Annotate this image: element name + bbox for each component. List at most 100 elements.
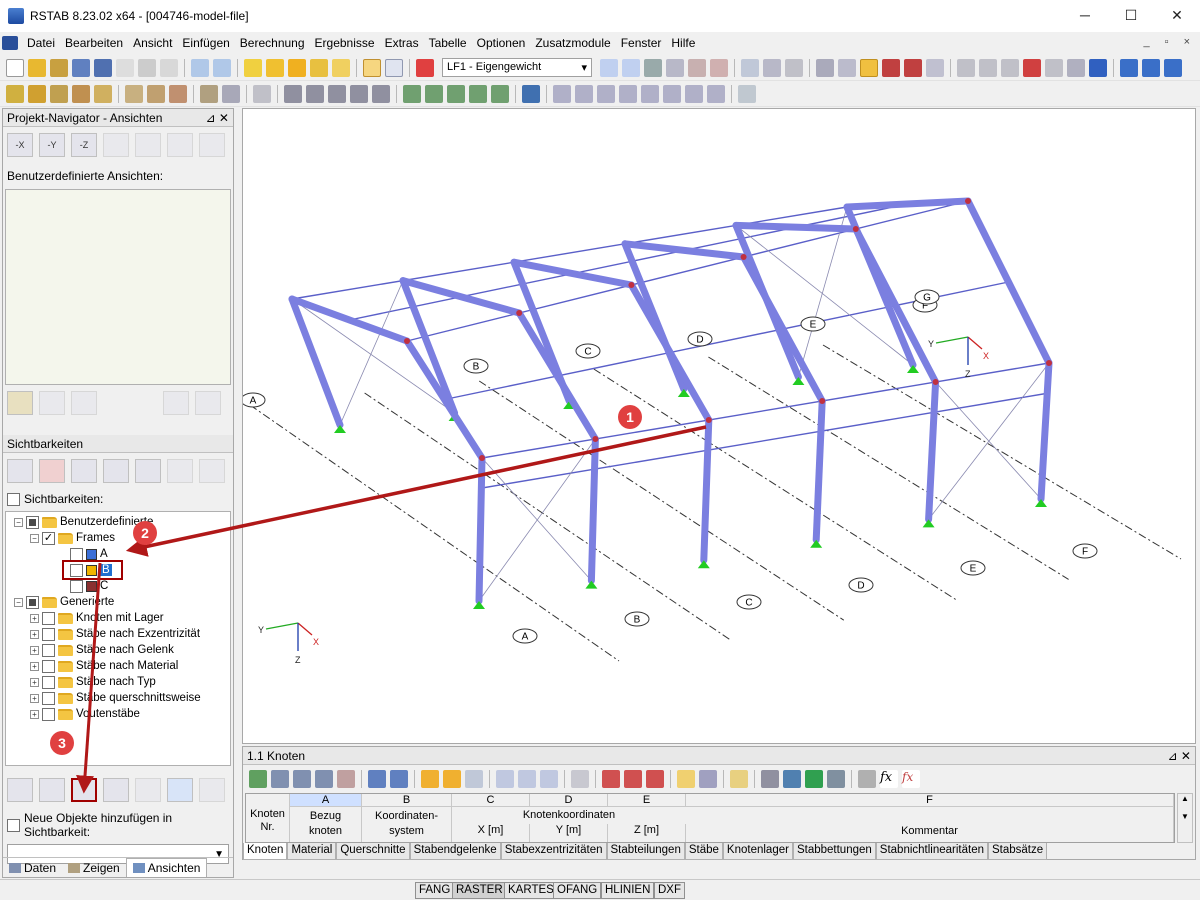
status-dxf[interactable]: DXF — [654, 882, 685, 899]
visibility-delete-icon[interactable] — [135, 778, 161, 802]
undo-icon[interactable] — [191, 58, 209, 77]
tab-ansichten[interactable]: Ansichten — [125, 858, 208, 877]
rotate-icon[interactable] — [979, 58, 997, 77]
knoten-table[interactable]: Knoten Nr. A B C D E F Bezug knoten Koordi… — [245, 793, 1175, 843]
menu-ansicht[interactable]: Ansicht — [128, 36, 177, 50]
view-user-icon[interactable] — [199, 133, 225, 157]
tab-stabexzentrizitaeten[interactable]: Stabexzentrizitäten — [500, 843, 607, 860]
view-minus-x-button[interactable]: -X — [7, 133, 33, 157]
visibility-layers2-icon[interactable] — [199, 778, 225, 802]
navigator-toggle-icon[interactable] — [385, 58, 403, 77]
tree-checkbox[interactable] — [26, 595, 39, 609]
select-icon[interactable] — [244, 58, 262, 77]
menu-datei[interactable]: Datei — [22, 36, 60, 50]
table-note-icon[interactable] — [730, 770, 748, 788]
view-3d-icon[interactable] — [350, 84, 368, 103]
tree-node-benutzerdefinierte[interactable]: − Benutzerdefinierte — [14, 514, 153, 530]
copy-icon[interactable] — [1045, 58, 1063, 77]
visibility-edit-icon[interactable] — [39, 778, 65, 802]
print-icon[interactable] — [116, 58, 134, 77]
view-side-icon[interactable] — [135, 133, 161, 157]
new-objects-row[interactable]: Neue Objekte hinzufügen in Sichtbarkeit: — [3, 808, 233, 842]
view-link-icon[interactable] — [39, 391, 65, 415]
generate-icon[interactable] — [200, 84, 218, 103]
render-icon[interactable] — [882, 58, 900, 77]
guide-line-icon[interactable] — [253, 84, 271, 103]
model-3d-view[interactable]: AABCDEFBCDEFGYXZYXZ — [243, 109, 1196, 744]
tree-node-frames[interactable]: − ✓ Frames — [30, 530, 115, 546]
navigator-pin-close[interactable]: ⊿ ✕ — [206, 111, 229, 125]
tree-checkbox[interactable] — [42, 643, 55, 657]
result-py-icon[interactable] — [685, 84, 703, 103]
print-graphic-icon[interactable] — [138, 58, 156, 77]
tree-checkbox[interactable] — [26, 515, 39, 529]
select-line-icon[interactable] — [310, 58, 328, 77]
tab-stabbettungen[interactable]: Stabbettungen — [792, 843, 876, 860]
maximize-button[interactable]: ☐ — [1108, 0, 1154, 30]
visibility-layers-icon[interactable] — [167, 778, 193, 802]
load-case-icon[interactable] — [416, 58, 434, 77]
minimize-button[interactable]: ─ — [1062, 0, 1108, 30]
table-view-icon[interactable] — [783, 770, 801, 788]
add-view-eye-icon[interactable] — [7, 391, 33, 415]
frame-a-checkbox[interactable] — [70, 547, 83, 561]
close-button[interactable]: ✕ — [1154, 0, 1200, 30]
tree-node-generated[interactable]: + Voutenstäbe — [30, 706, 140, 722]
sichtbarkeiten-checkbox-row[interactable]: Sichtbarkeiten: — [3, 489, 233, 509]
tab-daten[interactable]: Daten — [3, 858, 62, 877]
table-select2-icon[interactable] — [443, 770, 461, 788]
menu-fenster[interactable]: Fenster — [616, 36, 667, 50]
table-down-icon[interactable] — [518, 770, 536, 788]
table-copy-icon[interactable] — [624, 770, 642, 788]
menu-berechnung[interactable]: Berechnung — [235, 36, 310, 50]
tree-checkbox[interactable] — [42, 611, 55, 625]
tab-zeigen[interactable]: Zeigen — [62, 858, 126, 877]
table-scrollbar[interactable]: ▲ ▼ — [1177, 793, 1193, 843]
tree-checkbox[interactable] — [42, 707, 55, 721]
visibility-hide-icon[interactable] — [39, 459, 65, 483]
view-z-icon[interactable] — [447, 84, 465, 103]
result-values-icon[interactable] — [666, 58, 684, 77]
model-check-icon[interactable] — [763, 58, 781, 77]
result-my-icon[interactable] — [641, 84, 659, 103]
table-next-icon[interactable] — [390, 770, 408, 788]
table-prev-icon[interactable] — [368, 770, 386, 788]
tree-node-generierte[interactable]: − Generierte — [14, 594, 114, 610]
new-member-chain-icon[interactable] — [50, 84, 68, 103]
tree-checkbox[interactable] — [42, 659, 55, 673]
tab-stabteilungen[interactable]: Stabteilungen — [606, 843, 685, 860]
view-iso-icon[interactable] — [284, 84, 302, 103]
tab-material[interactable]: Material — [287, 843, 337, 860]
status-hlinien[interactable]: HLINIEN — [601, 882, 655, 899]
save-all-icon[interactable] — [94, 58, 112, 77]
new-member-icon[interactable] — [28, 84, 46, 103]
visibility-add-icon[interactable] — [135, 459, 161, 483]
select-all-icon[interactable] — [332, 58, 350, 77]
table-delete-row-icon[interactable] — [293, 770, 311, 788]
table-grid-icon[interactable] — [699, 770, 717, 788]
formula-icon[interactable]: fx — [880, 770, 898, 788]
load-imperfection-icon[interactable] — [169, 84, 187, 103]
view-x-icon[interactable] — [403, 84, 421, 103]
visibility-create-button[interactable] — [71, 778, 97, 802]
open-project-icon[interactable] — [50, 58, 68, 77]
status-ofang[interactable]: OFANG — [553, 882, 602, 899]
export-icon[interactable] — [1120, 58, 1138, 77]
col-header-f[interactable]: F — [686, 794, 1174, 807]
menu-tabelle[interactable]: Tabelle — [424, 36, 472, 50]
new-support-icon[interactable] — [94, 84, 112, 103]
next-load-case-icon[interactable] — [622, 58, 640, 77]
menu-bearbeiten[interactable]: Bearbeiten — [60, 36, 128, 50]
model-viewport[interactable]: AABCDEFBCDEFGYXZYXZ — [242, 108, 1196, 744]
result-n-icon[interactable] — [553, 84, 571, 103]
status-raster[interactable]: RASTER — [452, 882, 507, 899]
load-node-icon[interactable] — [125, 84, 143, 103]
zoom-all-icon[interactable] — [328, 84, 346, 103]
new-objects-checkbox[interactable] — [7, 818, 20, 832]
view-y-icon[interactable] — [425, 84, 443, 103]
result-vz-icon[interactable] — [597, 84, 615, 103]
col-header-e[interactable]: E — [608, 794, 686, 807]
tree-node-generated[interactable]: + Stäbe nach Exzentrizität — [30, 626, 200, 642]
table-sort-icon[interactable] — [540, 770, 558, 788]
view-minus-y-button[interactable]: -Y — [39, 133, 65, 157]
